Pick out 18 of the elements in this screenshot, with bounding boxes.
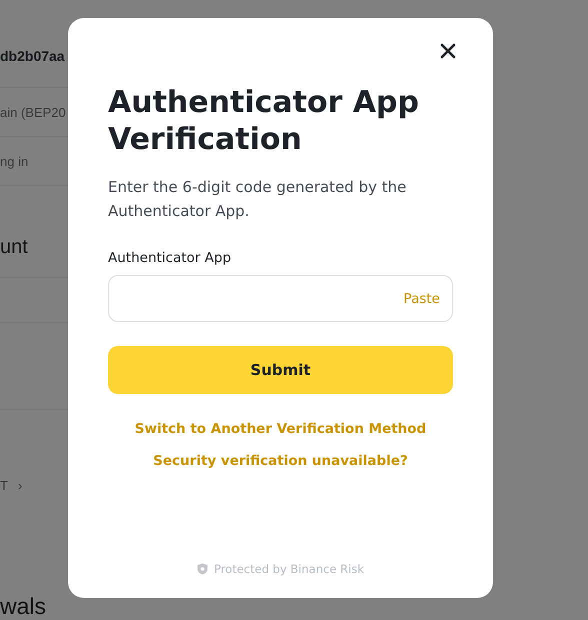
section-heading: unt [0, 236, 28, 259]
section-heading: wals [0, 593, 46, 620]
link[interactable]: Security verification unavailable? [153, 453, 408, 469]
dialog-description: Enter the 6-digit code generated by the Authenticator App. [108, 177, 408, 222]
detail-text: ng in [0, 154, 28, 168]
address-text: db2b07aa [0, 48, 65, 64]
chevron-icon: › [18, 478, 22, 492]
field-label: Authenticator App [108, 250, 232, 266]
submit-button[interactable]: Submit [108, 346, 453, 394]
shield-icon [196, 563, 208, 575]
link-text[interactable]: T [0, 478, 8, 492]
paste-button[interactable]: Paste [404, 290, 440, 306]
link[interactable]: Switch to Another Verification Method [134, 421, 426, 437]
close-icon[interactable] [440, 43, 456, 59]
dialog-title: Authenticator App Verification [108, 84, 420, 158]
code-input-field[interactable]: Paste [108, 275, 453, 322]
footer-text: Protected by Binance Risk [214, 562, 364, 576]
detail-text: ain (BEP20 [0, 104, 66, 120]
